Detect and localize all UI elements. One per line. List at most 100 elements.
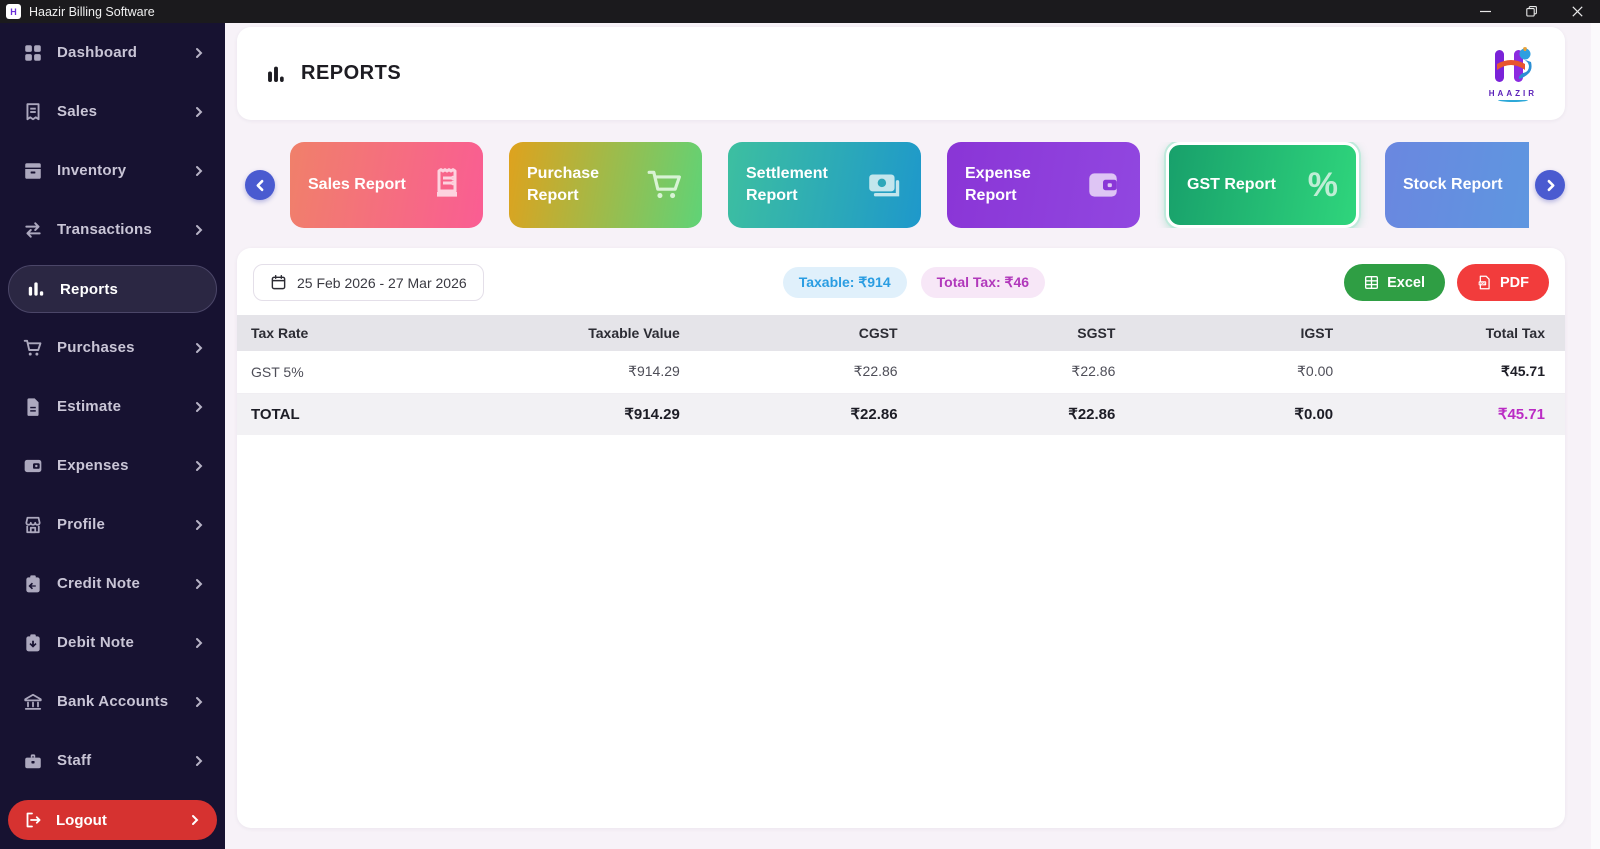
haazir-logo: HAAZIR xyxy=(1489,46,1537,102)
table-total-row: TOTAL ₹914.29 ₹22.86 ₹22.86 ₹0.00 ₹45.71 xyxy=(237,393,1565,435)
logout-button[interactable]: Logout xyxy=(8,800,217,840)
excel-export-button[interactable]: Excel xyxy=(1344,264,1445,301)
col-igst: IGST xyxy=(1129,315,1348,351)
total-cgst: ₹22.86 xyxy=(693,393,912,435)
receipt-icon xyxy=(22,101,44,123)
chevron-right-icon xyxy=(193,755,205,767)
table-row[interactable]: GST 5% ₹914.29 ₹22.86 ₹22.86 ₹0.00 ₹45.7… xyxy=(237,351,1565,394)
total-label: TOTAL xyxy=(237,393,477,435)
sidebar-item-debit-note[interactable]: Debit Note xyxy=(0,613,225,672)
percent-icon: % xyxy=(1307,165,1338,204)
card-sales-report[interactable]: Sales Report xyxy=(290,142,483,228)
svg-text:PDF: PDF xyxy=(1480,282,1486,286)
grid-icon xyxy=(22,42,44,64)
chevron-right-icon xyxy=(189,814,201,826)
title-bar: H Haazir Billing Software xyxy=(0,0,1600,23)
sidebar-item-expenses[interactable]: Expenses xyxy=(0,436,225,495)
export-buttons: Excel PDF PDF xyxy=(1344,264,1549,301)
chevron-right-icon xyxy=(193,224,205,236)
box-icon xyxy=(22,160,44,182)
cell-cgst: ₹22.86 xyxy=(693,351,912,394)
col-taxable-value: Taxable Value xyxy=(476,315,694,351)
cell-taxable-value: ₹914.29 xyxy=(476,351,694,394)
main-content: REPORTS HAAZIR Sales Report Purchase Rep… xyxy=(225,23,1600,849)
sidebar-item-reports[interactable]: Reports xyxy=(8,265,217,313)
sidebar-item-estimate[interactable]: Estimate xyxy=(0,377,225,436)
taxable-badge: Taxable: ₹914 xyxy=(782,267,907,298)
note-return-icon xyxy=(22,573,44,595)
cart-icon xyxy=(22,337,44,359)
document-icon xyxy=(22,396,44,418)
sidebar-item-profile[interactable]: Profile xyxy=(0,495,225,554)
pdf-export-button[interactable]: PDF PDF xyxy=(1457,264,1549,301)
calendar-icon xyxy=(270,274,287,291)
gst-report-panel: 25 Feb 2026 - 27 Mar 2026 Taxable: ₹914 … xyxy=(237,248,1565,828)
storefront-icon xyxy=(22,514,44,536)
sidebar-item-inventory[interactable]: Inventory xyxy=(0,141,225,200)
cell-total-tax: ₹45.71 xyxy=(1347,351,1565,394)
col-sgst: SGST xyxy=(911,315,1130,351)
col-total-tax: Total Tax xyxy=(1347,315,1565,351)
page-header: REPORTS HAAZIR xyxy=(237,27,1565,120)
card-gst-report[interactable]: GST Report % xyxy=(1166,142,1359,228)
total-igst: ₹0.00 xyxy=(1129,393,1348,435)
restore-button[interactable] xyxy=(1508,0,1554,23)
page-title: REPORTS xyxy=(301,62,402,84)
wallet-icon xyxy=(22,455,44,477)
bar-chart-icon xyxy=(25,278,47,300)
card-expense-report[interactable]: Expense Report xyxy=(947,142,1140,228)
carousel-next-button[interactable] xyxy=(1535,170,1565,200)
card-settlement-report[interactable]: Settlement Report xyxy=(728,142,921,228)
sidebar-item-credit-note[interactable]: Credit Note xyxy=(0,554,225,613)
minimize-button[interactable] xyxy=(1462,0,1508,23)
date-range-value: 25 Feb 2026 - 27 Mar 2026 xyxy=(297,274,467,291)
summary-badges: Taxable: ₹914 Total Tax: ₹46 xyxy=(484,267,1344,298)
report-carousel: Sales Report Purchase Report Settlement … xyxy=(237,142,1565,228)
date-range-picker[interactable]: 25 Feb 2026 - 27 Mar 2026 xyxy=(253,264,484,301)
briefcase-icon xyxy=(22,750,44,772)
cell-igst: ₹0.00 xyxy=(1129,351,1348,394)
total-taxable-value: ₹914.29 xyxy=(476,393,694,435)
chevron-right-icon xyxy=(193,519,205,531)
sidebar-item-bank-accounts[interactable]: Bank Accounts xyxy=(0,672,225,731)
chevron-right-icon xyxy=(193,578,205,590)
sidebar-item-dashboard[interactable]: Dashboard xyxy=(0,23,225,82)
col-tax-rate: Tax Rate xyxy=(237,315,477,351)
swap-arrows-icon xyxy=(22,219,44,241)
chevron-right-icon xyxy=(193,47,205,59)
sidebar-item-staff[interactable]: Staff xyxy=(0,731,225,790)
carousel-prev-button[interactable] xyxy=(245,170,275,200)
total-total-tax: ₹45.71 xyxy=(1347,393,1565,435)
card-purchase-report[interactable]: Purchase Report xyxy=(509,142,702,228)
total-sgst: ₹22.86 xyxy=(911,393,1130,435)
report-cards-strip: Sales Report Purchase Report Settlement … xyxy=(290,142,1529,228)
chevron-right-icon xyxy=(193,696,205,708)
sidebar-item-sales[interactable]: Sales xyxy=(0,82,225,141)
cell-tax-rate: GST 5% xyxy=(237,351,477,394)
bar-chart-icon xyxy=(265,63,287,85)
app-title: Haazir Billing Software xyxy=(29,4,155,19)
logout-icon xyxy=(24,810,44,830)
gst-table: Tax Rate Taxable Value CGST SGST IGST To… xyxy=(237,315,1565,435)
filter-row: 25 Feb 2026 - 27 Mar 2026 Taxable: ₹914 … xyxy=(237,248,1565,315)
card-stock-report[interactable]: Stock Report xyxy=(1385,142,1529,228)
sidebar-item-purchases[interactable]: Purchases xyxy=(0,318,225,377)
close-button[interactable] xyxy=(1554,0,1600,23)
chevron-right-icon xyxy=(193,106,205,118)
logo-wordmark: HAAZIR xyxy=(1488,88,1537,98)
cart-icon xyxy=(646,166,684,204)
excel-grid-icon xyxy=(1364,275,1379,290)
bank-icon xyxy=(22,691,44,713)
logo-wave xyxy=(1497,98,1528,102)
chevron-right-icon xyxy=(193,342,205,354)
scrollbar-track[interactable] xyxy=(1591,23,1600,849)
box-icon xyxy=(1524,167,1529,203)
chevron-right-icon xyxy=(193,165,205,177)
sidebar: Dashboard Sales Inventory Transactions R… xyxy=(0,23,225,849)
banknote-icon xyxy=(865,166,903,204)
note-down-icon xyxy=(22,632,44,654)
sidebar-item-transactions[interactable]: Transactions xyxy=(0,200,225,259)
chevron-right-icon xyxy=(193,460,205,472)
receipt-icon xyxy=(429,167,465,203)
chevron-right-icon xyxy=(193,637,205,649)
